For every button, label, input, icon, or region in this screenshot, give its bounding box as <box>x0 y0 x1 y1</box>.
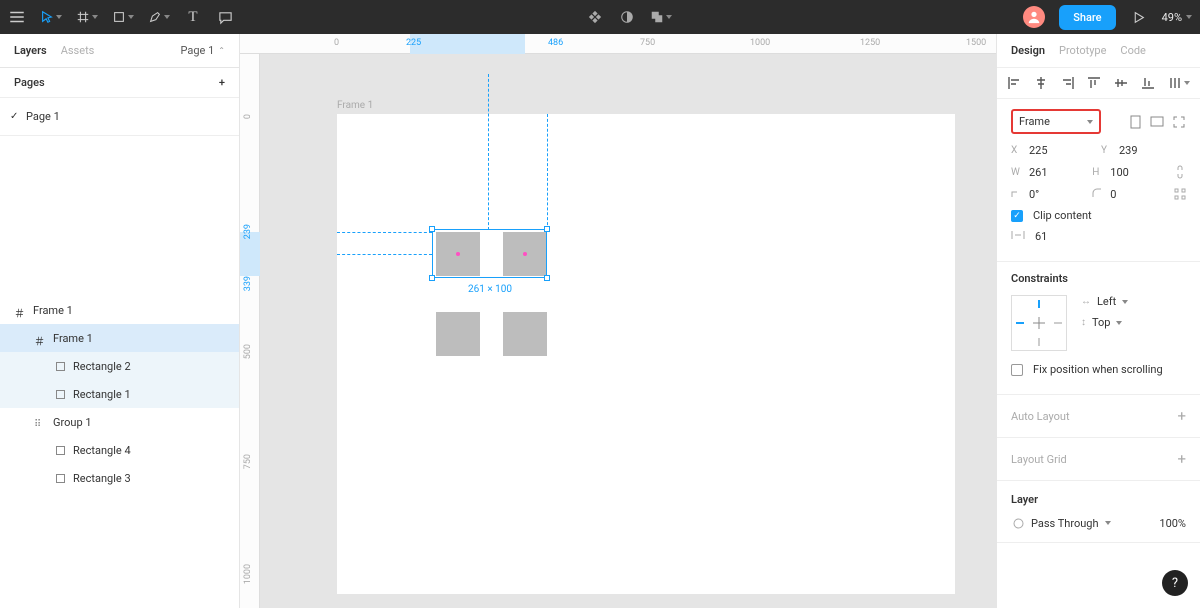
layer-rectangle[interactable]: Rectangle 2 <box>0 352 239 380</box>
pages-heading: Pages <box>14 76 45 89</box>
mask-icon[interactable] <box>618 8 636 26</box>
canvas[interactable]: 0 225 486 750 1000 1250 1500 0 239 339 5… <box>240 34 996 608</box>
frame-type-selector[interactable]: Frame <box>1011 109 1101 134</box>
tab-code[interactable]: Code <box>1120 44 1145 57</box>
plus-icon[interactable]: + <box>1177 407 1186 425</box>
layer-heading: Layer <box>1011 493 1186 506</box>
auto-layout-section[interactable]: Auto Layout + <box>997 395 1200 438</box>
constraints-widget[interactable] <box>1011 295 1067 351</box>
constraints-heading: Constraints <box>1011 272 1186 285</box>
right-panel: Design Prototype Code Frame X2 <box>996 34 1200 608</box>
zoom-control[interactable]: 49% <box>1162 11 1192 24</box>
ruler-horizontal: 0 225 486 750 1000 1250 1500 <box>240 34 996 54</box>
layer-rectangle[interactable]: Rectangle 3 <box>0 464 239 492</box>
opacity-input[interactable]: 100% <box>1159 517 1186 530</box>
chevron-down-icon <box>1122 300 1128 304</box>
tab-design[interactable]: Design <box>1011 44 1045 57</box>
help-button[interactable]: ? <box>1162 570 1188 596</box>
selection-dimensions: 261 × 100 <box>468 284 512 295</box>
constraint-horizontal[interactable]: ↔Left <box>1081 295 1128 308</box>
frame-label[interactable]: Frame 1 <box>337 100 373 111</box>
align-bottom-icon[interactable] <box>1141 76 1155 90</box>
frame-icon <box>14 305 25 316</box>
chevron-down-icon <box>1116 321 1122 325</box>
x-input[interactable]: X225 <box>1011 144 1091 157</box>
align-left-icon[interactable] <box>1007 76 1021 90</box>
menu-icon[interactable] <box>8 8 26 26</box>
selection-box[interactable] <box>432 229 547 278</box>
share-button[interactable]: Share <box>1059 5 1115 30</box>
chevron-down-icon <box>56 15 62 19</box>
fix-position-toggle[interactable]: Fix position when scrolling <box>1011 363 1186 376</box>
layout-grid-section[interactable]: Layout Grid + <box>997 438 1200 481</box>
add-page-button[interactable]: + <box>219 76 225 89</box>
rectangle-icon <box>56 446 65 455</box>
rotation-input[interactable]: 0° <box>1011 188 1082 201</box>
align-vcenter-icon[interactable] <box>1114 76 1128 90</box>
width-input[interactable]: W261 <box>1011 166 1082 179</box>
rectangle-icon <box>56 362 65 371</box>
resize-to-fit-icon[interactable] <box>1172 115 1186 129</box>
chevron-down-icon <box>666 15 672 19</box>
clip-content-toggle[interactable]: ✓ Clip content <box>1011 209 1186 222</box>
portrait-icon[interactable] <box>1128 115 1142 129</box>
alignment-controls[interactable] <box>997 68 1200 99</box>
boolean-tool[interactable] <box>650 10 672 24</box>
blend-mode-selector[interactable]: Pass Through <box>1011 516 1111 530</box>
layer-frame[interactable]: Frame 1 <box>0 296 239 324</box>
frame-tool[interactable] <box>76 10 98 24</box>
text-tool[interactable]: T <box>184 8 202 26</box>
comment-tool[interactable] <box>216 8 234 26</box>
artboard[interactable] <box>337 114 955 594</box>
components-icon[interactable] <box>586 8 604 26</box>
layer-group[interactable]: Group 1 <box>0 408 239 436</box>
align-top-icon[interactable] <box>1087 76 1101 90</box>
pen-tool[interactable] <box>148 10 170 24</box>
chevron-down-icon <box>92 15 98 19</box>
chevron-down-icon <box>1087 120 1093 124</box>
move-tool[interactable] <box>40 10 62 24</box>
independent-corners-icon[interactable] <box>1174 187 1186 201</box>
layer-frame[interactable]: Frame 1 <box>0 324 239 352</box>
frame-icon <box>34 333 45 344</box>
shape-tool[interactable] <box>112 10 134 24</box>
y-input[interactable]: Y239 <box>1101 144 1181 157</box>
blend-icon <box>1011 516 1025 530</box>
tab-assets[interactable]: Assets <box>61 44 95 57</box>
height-input[interactable]: H100 <box>1092 166 1163 179</box>
gap-input[interactable]: 61 <box>1011 230 1186 243</box>
avatar[interactable] <box>1023 6 1045 28</box>
layer-rectangle[interactable]: Rectangle 1 <box>0 380 239 408</box>
rectangle-icon <box>56 474 65 483</box>
constrain-proportions-icon[interactable] <box>1174 165 1186 179</box>
layer-tree: Frame 1 Frame 1 Rectangle 2 Rectangle 1 … <box>0 296 239 492</box>
rectangle-icon <box>56 390 65 399</box>
checkbox-unchecked-icon <box>1011 364 1023 376</box>
radius-input[interactable]: 0 <box>1092 188 1163 201</box>
tab-prototype[interactable]: Prototype <box>1059 44 1106 57</box>
landscape-icon[interactable] <box>1150 115 1164 129</box>
present-icon[interactable] <box>1130 8 1148 26</box>
chevron-down-icon <box>1105 521 1111 525</box>
group-icon <box>34 417 45 428</box>
left-panel: Layers Assets Page 1⌃ Pages + Page 1 Fra… <box>0 34 240 608</box>
chevron-down-icon <box>128 15 134 19</box>
chevron-down-icon <box>164 15 170 19</box>
page-selector[interactable]: Page 1⌃ <box>181 44 226 57</box>
tab-layers[interactable]: Layers <box>14 44 47 57</box>
page-item[interactable]: Page 1 <box>0 104 239 129</box>
plus-icon[interactable]: + <box>1177 450 1186 468</box>
ruler-vertical: 0 239 339 500 750 1000 <box>240 54 260 608</box>
align-right-icon[interactable] <box>1061 76 1075 90</box>
chevron-down-icon <box>1186 15 1192 19</box>
distribute-icon[interactable] <box>1168 76 1182 90</box>
constraint-vertical[interactable]: ↕Top <box>1081 316 1128 329</box>
chevron-down-icon <box>1184 81 1190 85</box>
align-hcenter-icon[interactable] <box>1034 76 1048 90</box>
layer-rectangle[interactable]: Rectangle 4 <box>0 436 239 464</box>
checkbox-checked-icon: ✓ <box>1011 210 1023 222</box>
top-toolbar: T Share 49% <box>0 0 1200 34</box>
